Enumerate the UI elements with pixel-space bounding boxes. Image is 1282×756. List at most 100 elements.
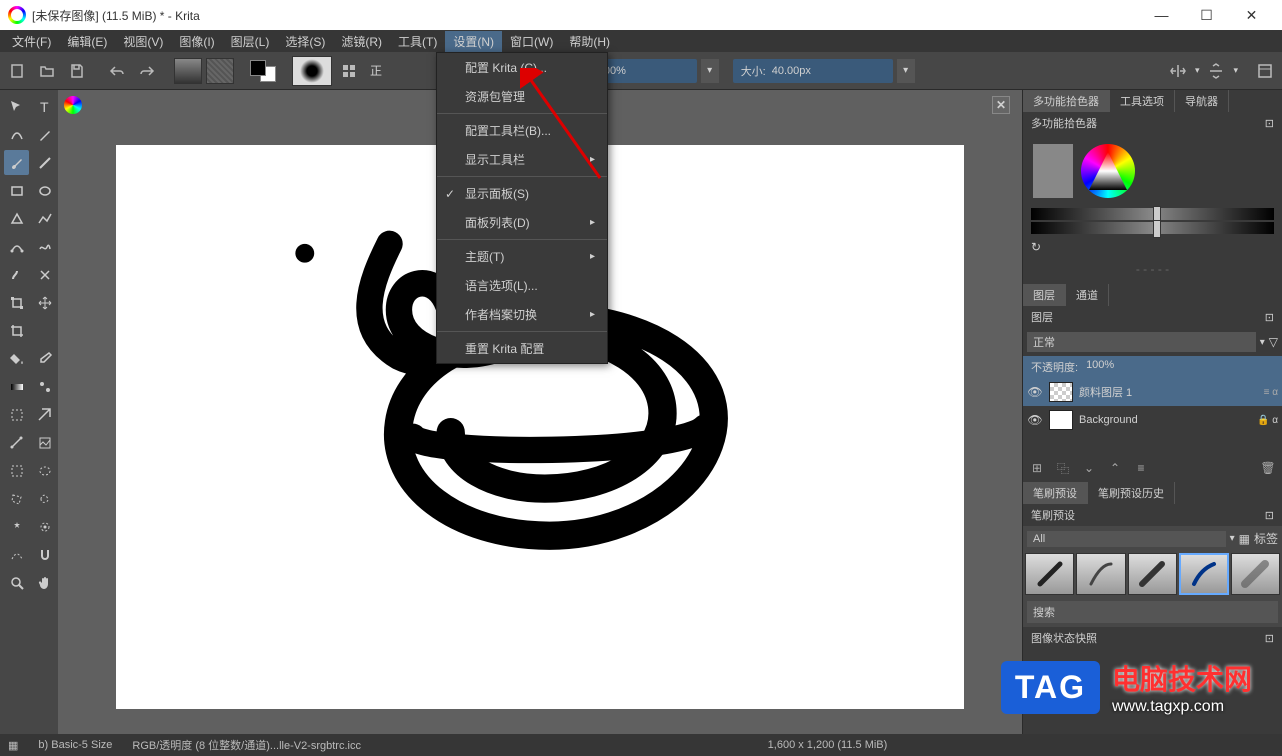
magnetic-select-tool[interactable]	[32, 542, 57, 567]
bezier-tool[interactable]	[4, 234, 29, 259]
colorpicker-tool[interactable]	[32, 346, 57, 371]
status-select-icon[interactable]: ▦	[8, 739, 18, 752]
add-layer-button[interactable]: ⊞	[1027, 458, 1047, 478]
menu-docker-list[interactable]: 面板列表(D)	[437, 208, 607, 237]
menu-select[interactable]: 选择(S)	[277, 31, 333, 52]
tab-tooloptions[interactable]: 工具选项	[1110, 90, 1175, 112]
tab-presets[interactable]: 笔刷预设	[1023, 482, 1088, 504]
brush-tool[interactable]	[4, 150, 29, 175]
polyline-tool[interactable]	[32, 206, 57, 231]
crop-tool[interactable]	[4, 318, 29, 343]
pan-tool[interactable]	[32, 570, 57, 595]
new-file-button[interactable]	[4, 58, 30, 84]
text-tool[interactable]: T	[32, 94, 57, 119]
menu-view[interactable]: 视图(V)	[115, 31, 171, 52]
dynamic-brush-tool[interactable]	[4, 262, 29, 287]
menu-show-dockers[interactable]: ✓显示面板(S)	[437, 179, 607, 208]
menu-show-toolbar[interactable]: 显示工具栏	[437, 145, 607, 174]
rect-select-tool[interactable]	[4, 458, 29, 483]
move-layer-tool[interactable]	[32, 290, 57, 315]
menu-author-profile[interactable]: 作者档案切换	[437, 300, 607, 329]
freehand-tool[interactable]	[32, 234, 57, 259]
rect-tool[interactable]	[4, 178, 29, 203]
layer-props-button[interactable]: ≡	[1131, 458, 1151, 478]
mirror-v-button[interactable]	[1203, 58, 1229, 84]
menu-filter[interactable]: 滤镜(R)	[333, 31, 390, 52]
smart-patch-tool[interactable]	[4, 402, 29, 427]
pattern-edit-tool[interactable]	[32, 374, 57, 399]
gradient-tool[interactable]	[4, 374, 29, 399]
grid-view-icon[interactable]: ▦	[1239, 532, 1250, 546]
menu-theme[interactable]: 主题(T)	[437, 242, 607, 271]
shape-edit-tool[interactable]	[4, 122, 29, 147]
fill-tool[interactable]	[4, 346, 29, 371]
brush-preset-5[interactable]	[1231, 553, 1280, 595]
line-tool[interactable]	[32, 150, 57, 175]
menu-reset-config[interactable]: 重置 Krita 配置	[437, 334, 607, 363]
menu-language[interactable]: 语言选项(L)...	[437, 271, 607, 300]
delete-layer-button[interactable]: 🗑	[1258, 458, 1278, 478]
menu-layer[interactable]: 图层(L)	[223, 31, 278, 52]
close-button[interactable]: ✕	[1229, 0, 1274, 30]
undo-button[interactable]	[104, 58, 130, 84]
color-slider-1[interactable]	[1031, 208, 1274, 220]
ellipse-tool[interactable]	[32, 178, 57, 203]
brush-preset-1[interactable]	[1025, 553, 1074, 595]
color-slider-2[interactable]	[1031, 222, 1274, 234]
duplicate-layer-button[interactable]: ⿻	[1053, 458, 1073, 478]
calligraphy-tool[interactable]	[32, 122, 57, 147]
contiguous-select-tool[interactable]	[4, 514, 29, 539]
brush-preset-2[interactable]	[1076, 553, 1125, 595]
snapshot-menu-icon[interactable]: ⊡	[1265, 632, 1274, 645]
tab-layers[interactable]: 图层	[1023, 284, 1066, 306]
panel-menu-icon[interactable]: ⊡	[1265, 117, 1274, 130]
brush-preset-4[interactable]	[1179, 553, 1228, 595]
menu-file[interactable]: 文件(F)	[4, 31, 59, 52]
opacity-arrow[interactable]: ▾	[701, 59, 719, 83]
polygon-tool[interactable]	[4, 206, 29, 231]
tab-colorpicker[interactable]: 多功能拾色器	[1023, 90, 1110, 112]
multibrush-tool[interactable]	[32, 262, 57, 287]
move-up-button[interactable]: ⌃	[1105, 458, 1125, 478]
minimize-button[interactable]: —	[1139, 0, 1184, 30]
color-swap[interactable]	[248, 58, 278, 84]
preset-search[interactable]: 搜索	[1027, 601, 1278, 623]
brush-preset-3[interactable]	[1128, 553, 1177, 595]
menu-settings[interactable]: 设置(N)	[445, 31, 502, 52]
brush-grid-button[interactable]	[336, 58, 362, 84]
zoom-tool[interactable]	[4, 570, 29, 595]
redo-button[interactable]	[134, 58, 160, 84]
tab-preset-history[interactable]: 笔刷预设历史	[1088, 482, 1175, 504]
reference-tool[interactable]	[32, 430, 57, 455]
maximize-button[interactable]: ☐	[1184, 0, 1229, 30]
size-slider[interactable]: 大小: 40.00px	[733, 59, 893, 83]
tag-label[interactable]: 标签	[1254, 530, 1278, 547]
move-down-button[interactable]: ⌄	[1079, 458, 1099, 478]
menu-window[interactable]: 窗口(W)	[502, 31, 561, 52]
size-arrow[interactable]: ▾	[897, 59, 915, 83]
polygon-select-tool[interactable]	[4, 486, 29, 511]
menu-tools[interactable]: 工具(T)	[390, 31, 445, 52]
brush-preview[interactable]	[292, 56, 332, 86]
save-file-button[interactable]	[64, 58, 90, 84]
layer-name[interactable]: Background	[1079, 414, 1251, 426]
similar-select-tool[interactable]	[32, 514, 57, 539]
document-close-button[interactable]: ✕	[992, 96, 1010, 114]
workspace-button[interactable]	[1252, 58, 1278, 84]
layer-opacity-slider[interactable]: 不透明度: 100%	[1023, 356, 1282, 378]
ellipse-select-tool[interactable]	[32, 458, 57, 483]
assistant-tool[interactable]	[32, 402, 57, 427]
menu-resource-manager[interactable]: 资源包管理	[437, 82, 607, 111]
layer-row-2[interactable]: 👁 Background 🔒 α	[1023, 406, 1282, 434]
filter-icon[interactable]: ▽	[1269, 335, 1278, 349]
lock-icon[interactable]: 🔒 α	[1257, 415, 1278, 426]
mirror-h-button[interactable]	[1165, 58, 1191, 84]
color-value-box[interactable]	[1033, 144, 1073, 198]
none-tool[interactable]	[32, 318, 57, 343]
color-wheel[interactable]	[1081, 144, 1135, 198]
layer-row-1[interactable]: 👁 颜料图层 1 ≡ α	[1023, 378, 1282, 406]
layers-menu-icon[interactable]: ⊡	[1265, 311, 1274, 324]
refresh-icon[interactable]: ↻	[1031, 240, 1041, 254]
freehand-select-tool[interactable]	[32, 486, 57, 511]
tab-navigator[interactable]: 导航器	[1175, 90, 1229, 112]
